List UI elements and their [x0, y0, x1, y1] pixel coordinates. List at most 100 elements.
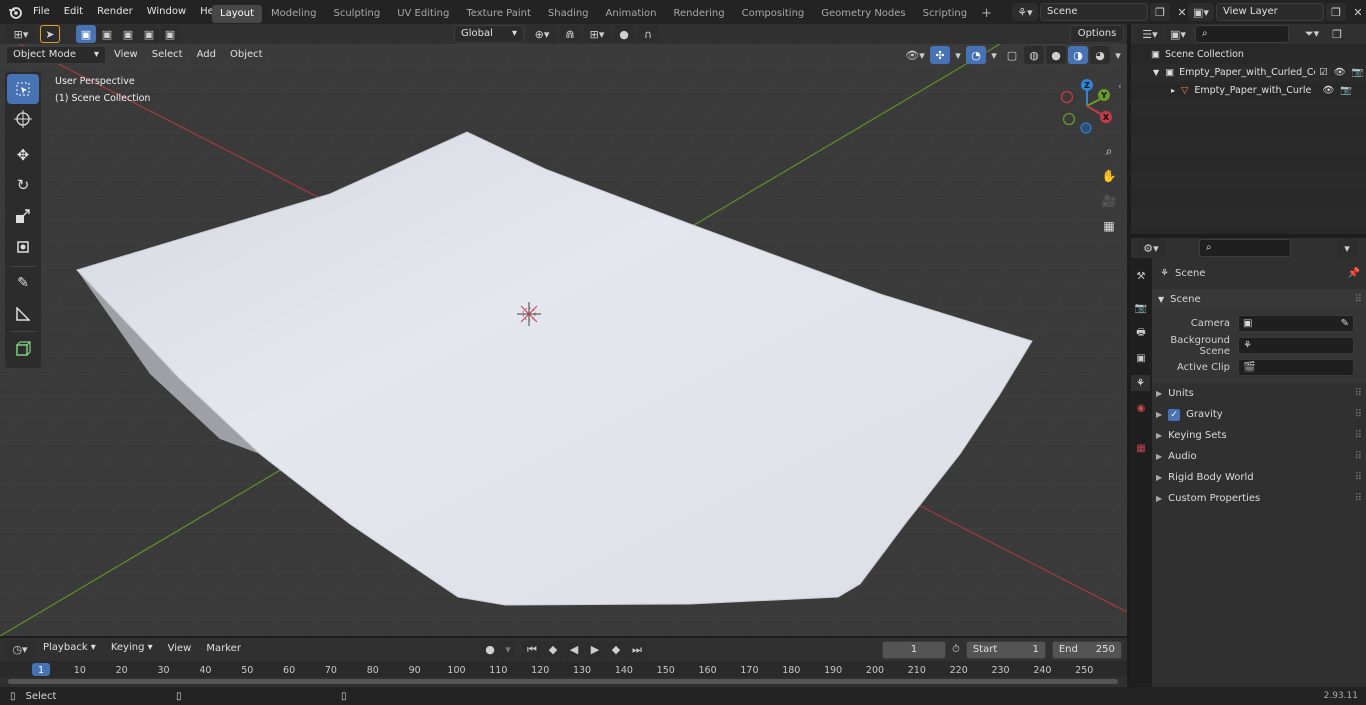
scene-name-field[interactable]: Scene — [1040, 3, 1148, 21]
menu-edit[interactable]: Edit — [57, 0, 90, 24]
select-mode-subtract-icon[interactable]: ▣ — [118, 25, 138, 43]
outliner-row-object[interactable]: ▸ ▽ Empty_Paper_with_Curle 👁 📷 — [1131, 82, 1366, 100]
drag-handle-icon[interactable]: ⠿ — [1355, 426, 1362, 445]
drag-handle-icon[interactable]: ⠿ — [1355, 489, 1362, 508]
timeline-scrollbar[interactable] — [8, 679, 1118, 684]
tab-layout[interactable]: Layout — [212, 4, 262, 23]
eye-icon[interactable]: 👁 — [1334, 64, 1346, 82]
expand-arrow-icon[interactable]: ▼ — [1153, 64, 1159, 82]
proportional-edit-icon[interactable]: ● — [614, 25, 634, 43]
tab-rendering[interactable]: Rendering — [666, 5, 733, 23]
marker-menu[interactable]: Marker — [200, 640, 247, 658]
select-mode-extend-icon[interactable]: ▣ — [97, 25, 117, 43]
overlay-dropdown-icon[interactable]: ▾ — [988, 46, 1000, 64]
snap-target-icon[interactable]: ⊞▾ — [584, 25, 610, 43]
pin-icon[interactable]: 📌 — [1348, 268, 1360, 279]
checkbox-icon[interactable]: ☑ — [1319, 64, 1328, 82]
tab-animation[interactable]: Animation — [598, 5, 665, 23]
options-dropdown[interactable]: Options ▾ — [1070, 25, 1124, 55]
render-tab-icon[interactable]: 📷 — [1133, 300, 1149, 316]
world-tab-icon[interactable]: ◉ — [1133, 400, 1149, 416]
rigid-body-world-panel-header[interactable]: ▶ Rigid Body World ⠿ — [1156, 468, 1362, 487]
menu-window[interactable]: Window — [140, 0, 193, 24]
start-frame-field[interactable]: Start 1 — [965, 640, 1046, 659]
camera-view-icon[interactable]: 🎥 — [1100, 192, 1118, 210]
falloff-icon[interactable]: ∩ — [638, 25, 658, 43]
solid-shading-icon[interactable]: ● — [1046, 46, 1066, 64]
zoom-icon[interactable]: ⌕ — [1100, 142, 1118, 160]
select-mode-intersect-icon[interactable]: ▣ — [160, 25, 180, 43]
eyedropper-icon[interactable]: ✎ — [1341, 318, 1349, 329]
properties-options-icon[interactable]: ▾ — [1337, 239, 1357, 257]
play-icon[interactable]: ▶ — [585, 640, 605, 659]
tab-scripting[interactable]: Scripting — [915, 5, 975, 23]
select-box-tool-icon[interactable] — [7, 74, 39, 104]
filter-icon[interactable]: ⏷▾ — [1299, 25, 1325, 43]
tab-compositing[interactable]: Compositing — [734, 5, 813, 23]
tool-tab-icon[interactable]: ⚒ — [1133, 268, 1149, 284]
outliner-row-scene-collection[interactable]: ▣ Scene Collection — [1131, 46, 1366, 64]
annotate-tool-icon[interactable]: ✎ — [7, 268, 39, 298]
drag-handle-icon[interactable]: ⠿ — [1355, 468, 1362, 487]
tab-modeling[interactable]: Modeling — [263, 5, 325, 23]
drag-handle-icon[interactable]: ⠿ — [1355, 405, 1362, 424]
drag-handle-icon[interactable]: ⠿ — [1355, 294, 1362, 305]
navigation-gizmo[interactable]: Z Y X — [1058, 77, 1116, 135]
select-tool-icon[interactable]: ➤ — [40, 25, 60, 43]
current-frame-field[interactable]: 1 — [882, 640, 946, 659]
prev-keyframe-icon[interactable]: ◆ — [543, 640, 563, 659]
visibility-icon[interactable]: 👁▾ — [902, 46, 928, 64]
drag-handle-icon[interactable]: ⠿ — [1355, 384, 1362, 403]
scene-panel-header[interactable]: ▼ Scene ⠿ — [1152, 289, 1366, 309]
overlay-toggle-icon[interactable]: ◔ — [966, 46, 986, 64]
custom-properties-panel-header[interactable]: ▶ Custom Properties ⠿ — [1156, 489, 1362, 508]
menu-view[interactable]: View — [108, 46, 144, 64]
rotate-tool-icon[interactable]: ↻ — [7, 170, 39, 200]
gravity-panel-header[interactable]: ▶ ✓ Gravity ⠿ — [1156, 405, 1362, 424]
menu-object[interactable]: Object — [224, 46, 269, 64]
scene-icon[interactable]: ⚘▾ — [1012, 3, 1038, 21]
stopwatch-icon[interactable]: ⏱ — [952, 644, 960, 655]
3d-viewport[interactable]: User Perspective (1) Scene Collection Z … — [0, 44, 1127, 636]
new-scene-icon[interactable]: ❐ — [1150, 3, 1170, 21]
gizmo-toggle-icon[interactable]: ✣ — [930, 46, 950, 64]
rendered-shading-icon[interactable]: ◕ — [1090, 46, 1110, 64]
measure-tool-icon[interactable] — [7, 299, 39, 329]
end-frame-field[interactable]: End 250 — [1051, 640, 1122, 659]
tab-texture-paint[interactable]: Texture Paint — [458, 5, 539, 23]
output-tab-icon[interactable]: 🖶 — [1133, 325, 1149, 341]
snap-icon[interactable]: ⋒ — [560, 25, 580, 43]
gizmo-dropdown-icon[interactable]: ▾ — [952, 46, 964, 64]
units-panel-header[interactable]: ▶ Units ⠿ — [1156, 384, 1362, 403]
new-collection-icon[interactable]: ❐ — [1327, 25, 1347, 43]
pivot-point-icon[interactable]: ⊕▾ — [528, 25, 556, 43]
camera-field[interactable]: ▣ ✎ — [1238, 315, 1354, 332]
tab-geometry-nodes[interactable]: Geometry Nodes — [813, 5, 913, 23]
playback-menu[interactable]: Playback ▾ — [37, 640, 102, 658]
cursor-tool-icon[interactable] — [7, 104, 39, 134]
play-reverse-icon[interactable]: ◀ — [564, 640, 584, 659]
new-view-layer-icon[interactable]: ❐ — [1326, 3, 1346, 21]
jump-end-icon[interactable]: ⏭ — [627, 640, 647, 659]
menu-add[interactable]: Add — [191, 46, 222, 64]
outliner-search-input[interactable]: ⌕ — [1195, 25, 1289, 43]
editor-type-icon[interactable]: ⊞▾ — [6, 25, 36, 43]
keying-menu[interactable]: Keying ▾ — [105, 640, 159, 658]
background-scene-field[interactable]: ⚘ — [1238, 337, 1354, 354]
next-keyframe-icon[interactable]: ◆ — [606, 640, 626, 659]
camera-render-icon[interactable]: 📷 — [1340, 82, 1352, 100]
delete-view-layer-icon[interactable]: ✕ — [1348, 3, 1366, 21]
outliner-editor-type-icon[interactable]: ☰▾ — [1137, 25, 1163, 43]
active-clip-field[interactable]: 🎬 — [1238, 359, 1354, 376]
view-layer-tab-icon[interactable]: ▣ — [1133, 350, 1149, 366]
timeline-editor-type-icon[interactable]: ◷▾ — [6, 640, 34, 658]
eye-icon[interactable]: 👁 — [1322, 82, 1334, 100]
display-mode-icon[interactable]: ▣▾ — [1165, 25, 1191, 43]
menu-select[interactable]: Select — [146, 46, 189, 64]
material-shading-icon[interactable]: ◑ — [1068, 46, 1088, 64]
add-cube-tool-icon[interactable] — [7, 334, 39, 364]
select-mode-invert-icon[interactable]: ▣ — [139, 25, 159, 43]
timeline-view-menu[interactable]: View — [162, 640, 198, 658]
camera-render-icon[interactable]: 📷 — [1352, 64, 1364, 82]
scale-tool-icon[interactable] — [7, 201, 39, 231]
